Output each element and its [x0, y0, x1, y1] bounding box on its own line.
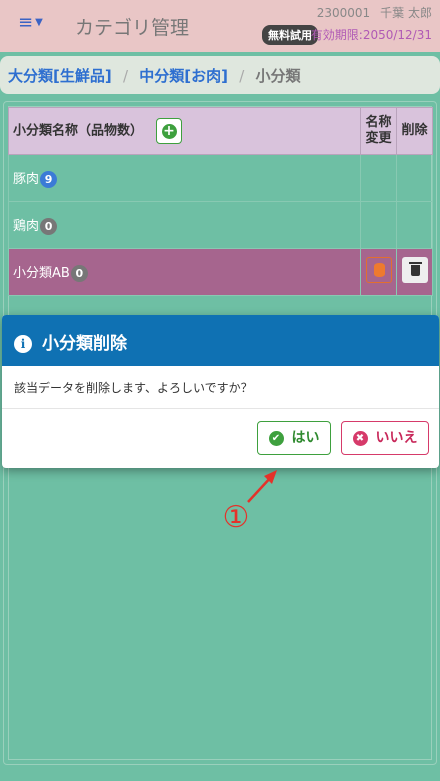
no-button[interactable]: ✖ いいえ — [341, 421, 429, 455]
yes-button-label: はい — [291, 430, 320, 446]
check-circle-icon: ✔ — [268, 431, 284, 446]
yes-button[interactable]: ✔ はい — [257, 421, 331, 455]
dialog-message: 該当データを削除します、よろしいですか？ — [2, 366, 439, 409]
no-button-label: いいえ — [375, 430, 418, 446]
info-icon: i — [14, 335, 32, 353]
dialog-title: 小分類削除 — [42, 334, 127, 354]
close-circle-icon: ✖ — [352, 431, 368, 446]
dialog-header: i 小分類削除 — [2, 315, 439, 366]
annotation-number: ① — [222, 500, 250, 535]
dialog-footer: ✔ はい ✖ いいえ — [2, 409, 439, 468]
delete-confirm-dialog: i 小分類削除 該当データを削除します、よろしいですか？ ✔ はい ✖ いいえ — [2, 315, 439, 468]
